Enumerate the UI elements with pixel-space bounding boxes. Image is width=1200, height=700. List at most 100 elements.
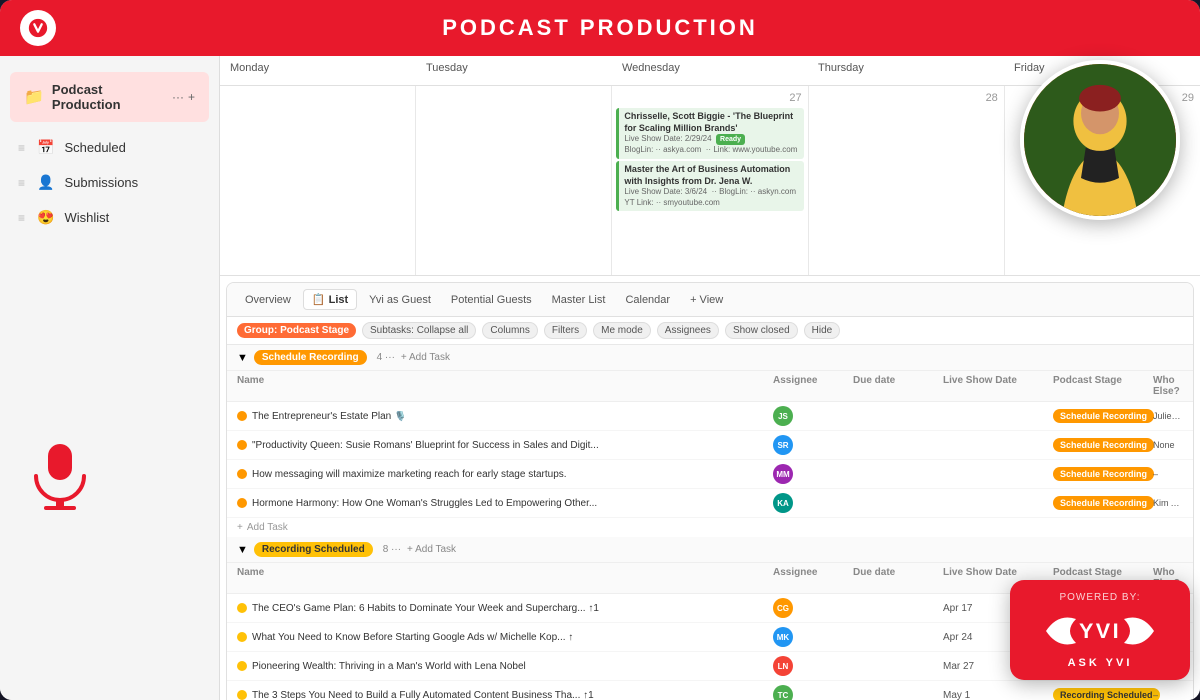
ywi-logo: YVI [1040, 607, 1160, 655]
avatar: CG [773, 598, 793, 618]
ywi-badge: powered by: YVI ASK YVI [1010, 580, 1190, 680]
col-name: Name [237, 567, 773, 589]
event-meta: Live Show Date: 3/6/24 ·· BlogLin: ·· as… [624, 187, 798, 197]
sidebar-item-submissions[interactable]: ≡ 👤 Submissions [0, 165, 219, 200]
add-task-icon[interactable]: + Add Task [401, 352, 450, 363]
add-task-label: Add Task [247, 522, 288, 533]
task-name-cell: The Entrepreneur's Estate Plan 🎙️ [237, 411, 773, 422]
event-link: BlogLin: ·· askya.com ·· Link: www.youtu… [624, 145, 798, 155]
table-row[interactable]: The Entrepreneur's Estate Plan 🎙️ JS Sch… [227, 402, 1193, 431]
add-task-row[interactable]: + Add Task [227, 518, 1193, 537]
more-icon[interactable]: ··· [172, 90, 184, 104]
sidebar-item-scheduled[interactable]: ≡ 📅 Scheduled [0, 130, 219, 165]
cal-thursday: 28 [809, 86, 1005, 276]
avatar: JS [773, 406, 793, 426]
assignee-cell: MK [773, 627, 853, 647]
calendar-event[interactable]: Chrisselle, Scott Biggie - 'The Blueprin… [616, 108, 803, 159]
filter-show-closed[interactable]: Show closed [725, 322, 798, 339]
task-name-cell: Pioneering Wealth: Thriving in a Man's W… [237, 661, 773, 672]
group-header-schedule-recording[interactable]: ▼ Schedule Recording 4 ··· + Add Task [227, 345, 1193, 371]
tab-calendar[interactable]: Calendar [617, 291, 678, 309]
task-name: Hormone Harmony: How One Woman's Struggl… [252, 498, 597, 509]
add-task-icon[interactable]: + Add Task [407, 544, 456, 555]
tab-list[interactable]: 📋 List [303, 289, 357, 310]
task-name: The Entrepreneur's Estate Plan 🎙️ [252, 411, 406, 422]
col-who-else: Who Else? [1153, 375, 1183, 397]
stage-badge: Schedule Recording [1053, 409, 1154, 423]
task-name-cell: The CEO's Game Plan: 6 Habits to Dominat… [237, 603, 773, 614]
mic-decoration [20, 436, 100, 521]
avatar: SR [773, 435, 793, 455]
page-title: PODCAST PRODUCTION [442, 15, 758, 41]
tab-overview[interactable]: Overview [237, 291, 299, 309]
stage-cell: Schedule Recording [1053, 467, 1153, 481]
app-container: PODCAST PRODUCTION 📁 Podcast Production … [0, 0, 1200, 700]
filter-group-podcast-stage[interactable]: Group: Podcast Stage [237, 323, 356, 338]
stage-cell: Schedule Recording [1053, 438, 1153, 452]
status-dot [237, 469, 247, 479]
app-logo [20, 10, 56, 46]
stage-cell: Schedule Recording [1053, 409, 1153, 423]
col-assignee: Assignee [773, 567, 853, 589]
day-tuesday: Tuesday [416, 56, 612, 85]
avatar: MK [773, 627, 793, 647]
task-name-cell: What You Need to Know Before Starting Go… [237, 632, 773, 643]
sidebar-project-actions: ··· + [172, 90, 195, 104]
tab-potential-guests[interactable]: Potential Guests [443, 291, 540, 309]
task-name-cell: The 3 Steps You Need to Build a Fully Au… [237, 690, 773, 700]
assignee-cell: KA [773, 493, 853, 513]
assignee-cell: JS [773, 406, 853, 426]
stage-badge: Schedule Recording [1053, 467, 1154, 481]
svg-text:YVI: YVI [1079, 618, 1121, 643]
live-show-date: May 1 [943, 690, 1053, 700]
table-row[interactable]: The 3 Steps You Need to Build a Fully Au… [227, 681, 1193, 700]
cal-date [420, 90, 607, 94]
group-header-recording-scheduled[interactable]: ▼ Recording Scheduled 8 ··· + Add Task [227, 537, 1193, 563]
who-else: – [1153, 690, 1183, 700]
sidebar-section: 📁 Podcast Production ··· + ≡ 📅 Scheduled… [0, 56, 219, 243]
tab-master-list[interactable]: Master List [544, 291, 614, 309]
event-meta: Live Show Date: 2/29/24 Ready [624, 134, 798, 145]
cal-date: 28 [813, 90, 1000, 106]
avatar: KA [773, 493, 793, 513]
wishlist-icon: 😍 [37, 209, 54, 226]
sidebar-item-label: Submissions [64, 175, 138, 190]
table-header-1: Name Assignee Due date Live Show Date Po… [227, 371, 1193, 402]
group-count: 4 ··· [377, 352, 395, 363]
submissions-icon: 👤 [37, 174, 54, 191]
filter-me-mode[interactable]: Me mode [593, 322, 651, 339]
tab-yvi-guest[interactable]: Yvi as Guest [361, 291, 439, 309]
filter-assignees[interactable]: Assignees [657, 322, 719, 339]
drag-handle-icon: ≡ [18, 176, 25, 190]
task-name-cell: How messaging will maximize marketing re… [237, 469, 773, 480]
sidebar-project[interactable]: 📁 Podcast Production ··· + [10, 72, 209, 122]
ywi-subtitle: ASK YVI [1068, 657, 1133, 669]
event-title: Chrisselle, Scott Biggie - 'The Blueprin… [624, 111, 798, 134]
table-row[interactable]: "Productivity Queen: Susie Romans' Bluep… [227, 431, 1193, 460]
filter-columns[interactable]: Columns [482, 322, 537, 339]
tab-add-view[interactable]: + View [682, 291, 731, 309]
filter-filters[interactable]: Filters [544, 322, 587, 339]
drag-handle-icon: ≡ [18, 141, 25, 155]
task-name: How messaging will maximize marketing re… [252, 469, 567, 480]
plus-icon: + [237, 522, 243, 533]
table-row[interactable]: How messaging will maximize marketing re… [227, 460, 1193, 489]
sidebar-item-wishlist[interactable]: ≡ 😍 Wishlist [0, 200, 219, 235]
sidebar-item-label: Wishlist [64, 210, 109, 225]
table-row[interactable]: Hormone Harmony: How One Woman's Struggl… [227, 489, 1193, 518]
calendar-event[interactable]: Master the Art of Business Automation wi… [616, 161, 803, 211]
cal-date [224, 90, 411, 94]
task-name-cell: Hormone Harmony: How One Woman's Struggl… [237, 498, 773, 509]
app-header: PODCAST PRODUCTION [0, 0, 1200, 56]
group-badge-schedule-recording: Schedule Recording [254, 350, 367, 365]
add-icon[interactable]: + [188, 90, 195, 104]
filter-hide[interactable]: Hide [804, 322, 841, 339]
drag-handle-icon: ≡ [18, 211, 25, 225]
col-live-show-date: Live Show Date [943, 375, 1053, 397]
task-name: Pioneering Wealth: Thriving in a Man's W… [252, 661, 526, 672]
filter-subtasks[interactable]: Subtasks: Collapse all [362, 322, 476, 339]
day-thursday: Thursday [808, 56, 1004, 85]
person-photo-inner [1024, 64, 1176, 216]
group-badge-recording-scheduled: Recording Scheduled [254, 542, 373, 557]
stage-cell: Schedule Recording [1053, 496, 1153, 510]
